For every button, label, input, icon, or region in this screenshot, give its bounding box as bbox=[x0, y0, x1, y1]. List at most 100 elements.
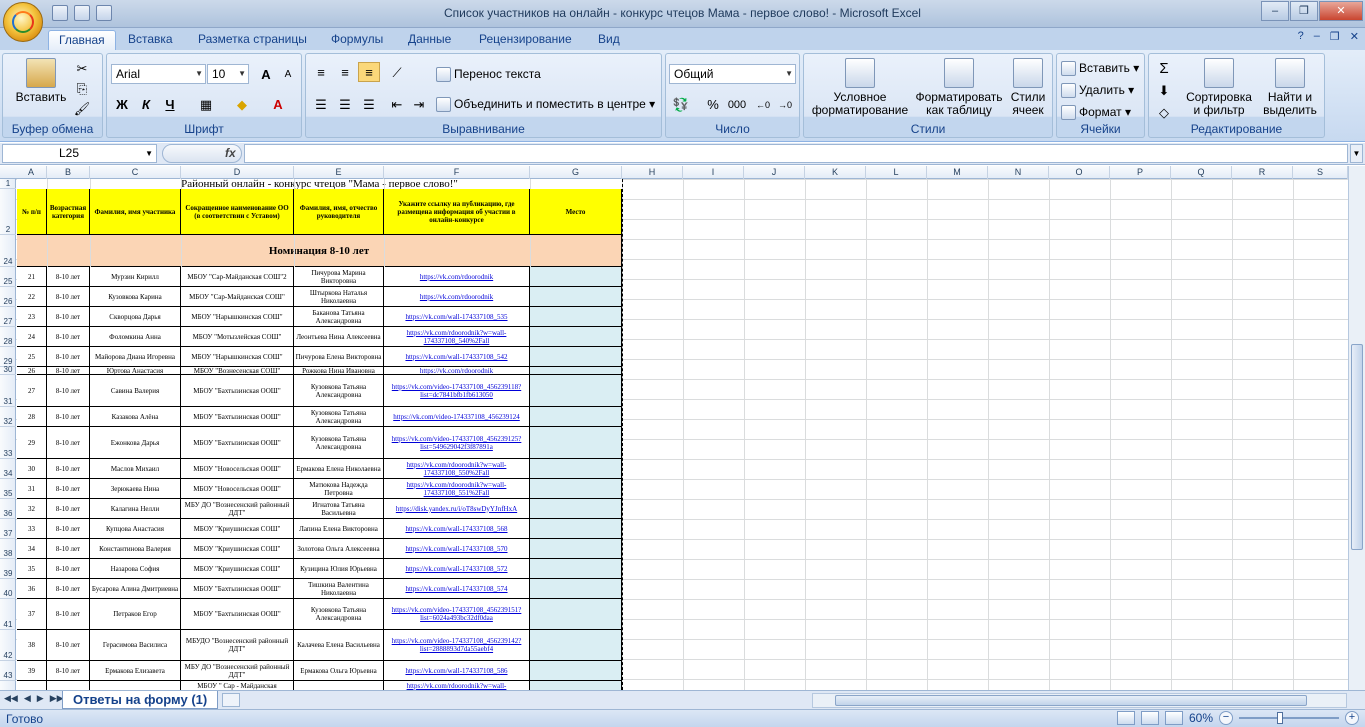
table-cell[interactable]: Мурзин Кирилл bbox=[90, 267, 181, 287]
table-cell[interactable]: Кузовкова Карина bbox=[90, 287, 181, 307]
table-cell[interactable]: МБОУ "Криушинская СОШ" bbox=[181, 559, 294, 579]
tab-review[interactable]: Рецензирование bbox=[469, 30, 582, 50]
table-cell[interactable]: 39 bbox=[17, 661, 47, 681]
format-as-table-button[interactable]: Форматировать как таблицу bbox=[914, 58, 1004, 117]
format-cells-button[interactable]: Формат ▾ bbox=[1061, 102, 1131, 122]
table-cell[interactable]: 31 bbox=[17, 479, 47, 499]
percent-button[interactable]: % bbox=[702, 94, 724, 114]
table-cell[interactable]: 29 bbox=[17, 427, 47, 459]
table-cell[interactable]: 8-10 лет bbox=[47, 407, 90, 427]
table-cell[interactable]: МБУ ДО "Вознесенский районный ДДТ" bbox=[181, 661, 294, 681]
place-cell[interactable] bbox=[530, 267, 622, 287]
table-cell[interactable]: Матюкова Надежда Петровна bbox=[294, 479, 384, 499]
conditional-formatting-button[interactable]: Условное форматирование bbox=[808, 58, 912, 117]
place-cell[interactable] bbox=[530, 630, 622, 661]
table-cell[interactable] bbox=[294, 681, 384, 690]
table-cell[interactable] bbox=[17, 681, 47, 690]
row-header[interactable]: 33 bbox=[0, 427, 16, 459]
table-cell[interactable]: Кузовкова Татьяна Александровна bbox=[294, 599, 384, 630]
cut-icon[interactable]: ✂ bbox=[71, 58, 93, 78]
table-cell[interactable]: 8-10 лет bbox=[47, 630, 90, 661]
table-cell[interactable]: Фоломкина Анна bbox=[90, 327, 181, 347]
column-header-n[interactable]: N bbox=[988, 166, 1049, 179]
row-header[interactable]: 36 bbox=[0, 499, 16, 519]
table-cell[interactable]: Золотова Ольга Алексеевна bbox=[294, 539, 384, 559]
page-break-view-icon[interactable] bbox=[1164, 711, 1183, 725]
table-cell[interactable]: 35 bbox=[17, 559, 47, 579]
publication-link[interactable]: https://vk.com/rdoorodnik?w=wall- bbox=[384, 681, 530, 690]
tab-formulas[interactable]: Формулы bbox=[321, 30, 393, 50]
column-header-l[interactable]: L bbox=[866, 166, 927, 179]
row-header[interactable]: 1 bbox=[0, 179, 16, 189]
expand-formula-bar-icon[interactable]: ▼ bbox=[1350, 144, 1363, 163]
row-header[interactable]: 27 bbox=[0, 307, 16, 327]
table-cell[interactable]: Маслов Михаил bbox=[90, 459, 181, 479]
row-header[interactable]: 40 bbox=[0, 579, 16, 599]
place-cell[interactable] bbox=[530, 479, 622, 499]
place-cell[interactable] bbox=[530, 499, 622, 519]
row-header[interactable]: 29 bbox=[0, 347, 16, 367]
table-cell[interactable]: Лапина Елена Викторовна bbox=[294, 519, 384, 539]
table-cell[interactable]: МБОУ "Нарышкинская СОШ" bbox=[181, 347, 294, 367]
tab-home[interactable]: Главная bbox=[48, 30, 116, 50]
table-cell[interactable]: Купцова Анастасия bbox=[90, 519, 181, 539]
close-button[interactable]: ✕ bbox=[1319, 1, 1363, 21]
table-cell[interactable] bbox=[47, 681, 90, 690]
zoom-level[interactable]: 60% bbox=[1189, 711, 1213, 725]
table-cell[interactable]: Герасимова Василиса bbox=[90, 630, 181, 661]
table-header[interactable]: Сокращенное наименование ОО (в соответст… bbox=[181, 189, 294, 235]
column-header-h[interactable]: H bbox=[622, 166, 683, 179]
font-name-combo[interactable]: Arial ▼ bbox=[111, 64, 206, 84]
publication-link[interactable]: https://vk.com/video-174337108_456239118… bbox=[384, 375, 530, 407]
table-cell[interactable]: МБОУ "Нарышкинская СОШ" bbox=[181, 307, 294, 327]
place-cell[interactable] bbox=[530, 375, 622, 407]
publication-link[interactable]: https://disk.yandex.ru/i/oT8swDyYJnfHxA bbox=[384, 499, 530, 519]
table-cell[interactable]: Ермакова Елизавета bbox=[90, 661, 181, 681]
table-header[interactable]: Место bbox=[530, 189, 622, 235]
table-cell[interactable]: Кузицина Юлия Юрьевна bbox=[294, 559, 384, 579]
insert-function-button[interactable]: fx bbox=[225, 145, 236, 162]
table-cell[interactable]: 23 bbox=[17, 307, 47, 327]
table-cell[interactable]: 22 bbox=[17, 287, 47, 307]
place-cell[interactable] bbox=[530, 287, 622, 307]
table-cell[interactable]: Тишкина Валентина Николаевна bbox=[294, 579, 384, 599]
table-cell[interactable]: 28 bbox=[17, 407, 47, 427]
column-header-m[interactable]: M bbox=[927, 166, 988, 179]
first-sheet-icon[interactable]: ◀◀ bbox=[4, 693, 18, 704]
prev-sheet-icon[interactable]: ◀ bbox=[24, 693, 31, 704]
table-header[interactable]: № п/п bbox=[17, 189, 47, 235]
wrap-text-button[interactable]: Перенос текста bbox=[436, 64, 541, 84]
table-cell[interactable]: Кузовкова Татьяна Александровна bbox=[294, 375, 384, 407]
increase-indent-icon[interactable]: ⇥ bbox=[408, 94, 430, 114]
table-cell[interactable]: МБОУ "Бахтызинская ООШ" bbox=[181, 407, 294, 427]
table-cell[interactable]: МБУ ДО "Вознесенский районный ДДТ" bbox=[181, 499, 294, 519]
publication-link[interactable]: https://vk.com/wall-174337108_542 bbox=[384, 347, 530, 367]
publication-link[interactable]: https://vk.com/video-174337108_456239124 bbox=[384, 407, 530, 427]
place-cell[interactable] bbox=[530, 407, 622, 427]
publication-link[interactable]: https://vk.com/rdoorodnik bbox=[384, 267, 530, 287]
delete-cells-button[interactable]: Удалить ▾ bbox=[1061, 80, 1134, 100]
column-header-o[interactable]: O bbox=[1049, 166, 1110, 179]
table-cell[interactable]: МБОУ "Криушинская СОШ" bbox=[181, 539, 294, 559]
table-header[interactable]: Фамилия, имя, отчество руководителя bbox=[294, 189, 384, 235]
table-cell[interactable]: 36 bbox=[17, 579, 47, 599]
table-cell[interactable]: Константинова Валерия bbox=[90, 539, 181, 559]
publication-link[interactable]: https://vk.com/rdoorodnik bbox=[384, 367, 530, 375]
table-cell[interactable]: 37 bbox=[17, 599, 47, 630]
table-cell[interactable]: 34 bbox=[17, 539, 47, 559]
table-cell[interactable]: 8-10 лет bbox=[47, 267, 90, 287]
table-cell[interactable]: Калачева Елена Васильевна bbox=[294, 630, 384, 661]
tab-view[interactable]: Вид bbox=[588, 30, 630, 50]
publication-link[interactable]: https://vk.com/video-174337108_456239151… bbox=[384, 599, 530, 630]
row-header[interactable]: 39 bbox=[0, 559, 16, 579]
vertical-scrollbar[interactable] bbox=[1348, 166, 1365, 690]
column-header-j[interactable]: J bbox=[744, 166, 805, 179]
table-cell[interactable]: МБОУ "Вознесенская СОШ" bbox=[181, 367, 294, 375]
zoom-out-icon[interactable]: − bbox=[1219, 711, 1233, 725]
row-header[interactable]: 41 bbox=[0, 599, 16, 630]
publication-link[interactable]: https://vk.com/wall-174337108_574 bbox=[384, 579, 530, 599]
table-cell[interactable]: МБОУ "Новосельская ООШ" bbox=[181, 479, 294, 499]
table-cell[interactable]: 27 bbox=[17, 375, 47, 407]
zoom-knob[interactable] bbox=[1277, 712, 1283, 724]
table-cell[interactable]: Назарова София bbox=[90, 559, 181, 579]
